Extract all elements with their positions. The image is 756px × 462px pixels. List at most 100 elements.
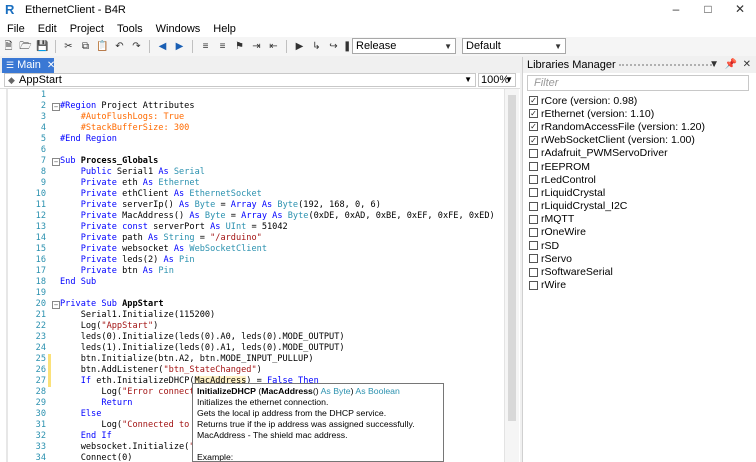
tab-main[interactable]: ☰ Main ✕ [2, 58, 55, 73]
indent-icon[interactable]: ⇥ [249, 39, 264, 54]
fold-toggle-icon[interactable]: − [52, 103, 60, 111]
code-line[interactable]: 17 Private btn As Pin [0, 266, 500, 277]
library-checkbox[interactable] [529, 188, 538, 198]
fold-toggle-icon[interactable]: − [52, 301, 60, 309]
library-checkbox[interactable] [529, 201, 538, 211]
save-icon[interactable]: 💾 [35, 39, 50, 54]
library-checkbox[interactable]: ✓ [529, 122, 538, 132]
library-filter-input[interactable]: Filter [527, 75, 749, 91]
library-item[interactable]: rLiquidCrystal_I2C [529, 200, 749, 213]
navigate-forward-icon[interactable]: ▶ [172, 39, 187, 54]
uncomment-block-icon[interactable]: ≡ [215, 39, 230, 54]
menu-project[interactable]: Project [63, 23, 110, 35]
code-line[interactable]: 20− Private Sub AppStart [0, 299, 500, 310]
library-item[interactable]: rMQTT [529, 213, 749, 226]
target-select[interactable]: Default ▼ [462, 38, 566, 54]
zoom-select[interactable]: 100% ▼ [478, 73, 516, 87]
code-line[interactable]: 11 Private serverIp() As Byte = Array As… [0, 200, 500, 211]
library-checkbox[interactable] [529, 241, 538, 251]
minimize-button[interactable]: – [660, 0, 692, 20]
panel-grip[interactable] [619, 64, 715, 66]
menu-edit[interactable]: Edit [31, 23, 63, 35]
build-config-select[interactable]: Release ▼ [352, 38, 456, 54]
menu-tools[interactable]: Tools [110, 23, 149, 35]
new-file-icon[interactable]: 🗎 [1, 39, 16, 54]
menu-help[interactable]: Help [206, 23, 242, 35]
comment-block-icon[interactable]: ≡ [198, 39, 213, 54]
chevron-down-icon[interactable]: ▼ [709, 59, 719, 70]
code-line[interactable]: 22 Log("AppStart") [0, 321, 500, 332]
library-item[interactable]: ✓ rWebSocketClient (version: 1.00) [529, 134, 749, 147]
open-folder-icon[interactable]: 🗁 [18, 39, 33, 54]
bookmark-icon[interactable]: ⚑ [232, 39, 247, 54]
menu-windows[interactable]: Windows [149, 23, 207, 35]
code-line[interactable]: 12 Private MacAddress() As Byte = Array … [0, 211, 500, 222]
library-item[interactable]: rSoftwareSerial [529, 265, 749, 278]
library-checkbox[interactable] [529, 254, 538, 264]
library-item[interactable]: rSD [529, 239, 749, 252]
code-line[interactable]: 7− Sub Process_Globals [0, 156, 500, 167]
library-checkbox[interactable] [529, 227, 538, 237]
code-line[interactable]: 19 [0, 288, 500, 299]
library-item[interactable]: rServo [529, 252, 749, 265]
sub-selector[interactable]: ◆ AppStart ▼ [4, 73, 476, 87]
code-line[interactable]: 5 #End Region [0, 134, 500, 145]
paste-icon[interactable]: 📋 [95, 39, 110, 54]
code-line[interactable]: 4 #StackBufferSize: 300 [0, 123, 500, 134]
code-line[interactable]: 15 Private websocket As WebSocketClient [0, 244, 500, 255]
code-line[interactable]: 6 [0, 145, 500, 156]
code-line[interactable]: 13 Private const serverPort As UInt = 51… [0, 222, 500, 233]
outdent-icon[interactable]: ⇤ [266, 39, 281, 54]
copy-icon[interactable]: ⧉ [78, 39, 93, 54]
library-item[interactable]: rEEPROM [529, 160, 749, 173]
step-in-icon[interactable]: ↳ [309, 39, 324, 54]
library-checkbox[interactable] [529, 175, 538, 185]
library-checkbox[interactable] [529, 280, 538, 290]
editor-vertical-scrollbar[interactable] [504, 89, 519, 462]
code-line[interactable]: 21 Serial1.Initialize(115200) [0, 310, 500, 321]
code-line[interactable]: 3 #AutoFlushLogs: True [0, 112, 500, 123]
code-line[interactable]: 8 Public Serial1 As Serial [0, 167, 500, 178]
library-item[interactable]: ✓ rCore (version: 0.98) [529, 94, 749, 107]
library-checkbox[interactable] [529, 162, 538, 172]
library-item[interactable]: rAdafruit_PWMServoDriver [529, 147, 749, 160]
code-line[interactable]: 14 Private path As String = "/arduino" [0, 233, 500, 244]
library-checkbox[interactable] [529, 267, 538, 277]
library-item[interactable]: rLedControl [529, 173, 749, 186]
code-text: Else [80, 409, 102, 419]
code-line[interactable]: 25 btn.Initialize(btn.A2, btn.MODE_INPUT… [0, 354, 500, 365]
scrollbar-thumb[interactable] [508, 95, 516, 421]
library-item[interactable]: rOneWire [529, 226, 749, 239]
code-line[interactable]: 9 Private eth As Ethernet [0, 178, 500, 189]
code-line[interactable]: 2− #Region Project Attributes [0, 101, 500, 112]
code-line[interactable]: 10 Private ethClient As EthernetSocket [0, 189, 500, 200]
library-item[interactable]: ✓ rEthernet (version: 1.10) [529, 107, 749, 120]
library-checkbox[interactable]: ✓ [529, 109, 538, 119]
run-icon[interactable]: ▶ [292, 39, 307, 54]
library-item[interactable]: ✓ rRandomAccessFile (version: 1.20) [529, 120, 749, 133]
code-line[interactable]: 24 leds(1).Initialize(leds(0).A1, leds(0… [0, 343, 500, 354]
navigate-back-icon[interactable]: ◀ [155, 39, 170, 54]
code-line[interactable]: 26 btn.AddListener("btn_StateChanged") [0, 365, 500, 376]
code-line[interactable]: 23 leds(0).Initialize(leds(0).A0, leds(0… [0, 332, 500, 343]
pin-icon[interactable]: 📌 [725, 59, 737, 70]
close-icon[interactable]: ✕ [47, 58, 55, 73]
cut-icon[interactable]: ✂ [61, 39, 76, 54]
code-line[interactable]: 1 [0, 90, 500, 101]
redo-icon[interactable]: ↷ [129, 39, 144, 54]
menu-file[interactable]: File [0, 23, 31, 35]
library-checkbox[interactable]: ✓ [529, 96, 538, 106]
code-line[interactable]: 18 End Sub [0, 277, 500, 288]
maximize-button[interactable]: □ [692, 0, 724, 20]
close-window-button[interactable]: ✕ [724, 0, 756, 20]
library-item[interactable]: rWire [529, 279, 749, 292]
close-icon[interactable]: ✕ [743, 59, 751, 70]
library-checkbox[interactable] [529, 148, 538, 158]
library-checkbox[interactable] [529, 214, 538, 224]
code-line[interactable]: 16 Private leds(2) As Pin [0, 255, 500, 266]
step-over-icon[interactable]: ↪ [326, 39, 341, 54]
fold-toggle-icon[interactable]: − [52, 158, 60, 166]
undo-icon[interactable]: ↶ [112, 39, 127, 54]
library-checkbox[interactable]: ✓ [529, 135, 538, 145]
library-item[interactable]: rLiquidCrystal [529, 186, 749, 199]
